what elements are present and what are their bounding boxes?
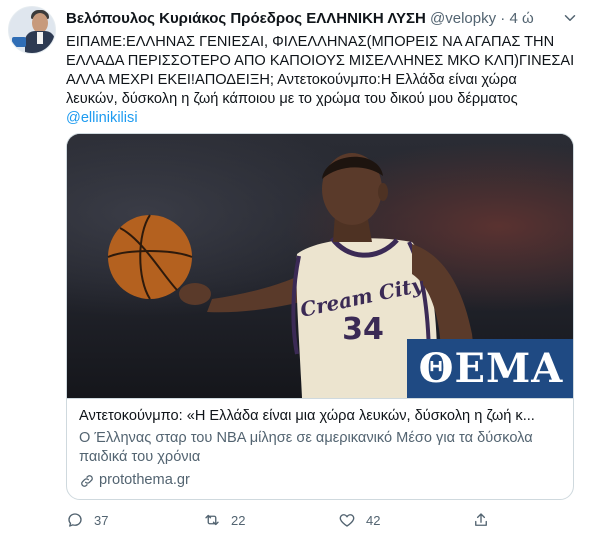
like-count: 42 [366,512,381,528]
avatar-shirt [37,32,43,44]
tweet-actions: 37 22 42 [66,510,566,532]
author-name[interactable]: Βελόπουλος Κυριάκος Πρόεδρος ΕΛΛΗΝΙΚΗ ΛΥ… [66,10,426,27]
reply-count: 37 [94,512,109,528]
link-card[interactable]: Cream City 34 ΘΕΜΑ Αντετοκούνμπο: «Η Ελλ… [66,133,574,500]
jersey-number: 34 [342,312,384,347]
tweet-text-line: λευκών, δύσκολη η ζωή κάποιου με το χρώμ… [66,91,518,107]
avatar-face [32,13,48,33]
link-icon [81,474,93,487]
tweet-text-line: ΕΙΠΑΜΕ:ΕΛΛΗΝΑΣ ΓΕΝΙΕΣΑΙ, ΦΙΛΕΛΛΗΝΑΣ(ΜΠΟΡ… [66,34,555,50]
card-description: Ο Έλληνας σταρ του NBA μίλησε σε αμερικα… [79,430,533,465]
card-title[interactable]: Αντετοκούνμπο: «Η Ελλάδα είναι μια χώρα … [79,407,563,426]
author-handle[interactable]: @velopky [430,10,496,27]
tweet-text-line: ΑΛΛΑ ΜΕΧΡΙ ΕΚΕΙ!ΑΠΟΔΕΙΞΗ; Αντετοκούνμπο:… [66,72,517,88]
author-avatar[interactable] [8,6,56,54]
share-button[interactable] [472,510,500,530]
reply-icon [68,513,82,527]
retweet-count: 22 [231,512,246,528]
like-icon [339,514,355,527]
meta-separator: · [500,10,506,27]
retweet-icon [205,514,219,526]
retweet-button[interactable]: 22 [203,510,245,530]
reply-button[interactable]: 37 [66,510,108,530]
mention-link[interactable]: @ellinikilisi [66,109,582,128]
tweet-header: Βελόπουλος Κυριάκος Πρόεδρος ΕΛΛΗΝΙΚΗ ΛΥ… [66,10,579,30]
thema-badge: ΘΕΜΑ [407,339,573,398]
card-info[interactable]: Αντετοκούνμπο: «Η Ελλάδα είναι μια χώρα … [67,398,573,499]
tweet-text-line: ΕΛΛΑΔΑ ΠΕΡΙΣΣΟΤΕΡΟ ΑΠΟ ΚΑΠΟΙΟΥΣ ΜΙΣΕΛΛΗΝ… [66,53,575,69]
card-domain-text: protothema.gr [99,472,190,488]
card-image[interactable]: Cream City 34 ΘΕΜΑ [67,134,573,398]
caret-down-icon[interactable] [561,9,579,27]
share-icon [475,513,487,526]
avatar-party-logo [12,37,26,47]
card-domain[interactable]: protothema.gr [79,471,563,490]
tweet-text: ΕΙΠΑΜΕ:ΕΛΛΗΝΑΣ ΓΕΝΙΕΣΑΙ, ΦΙΛΕΛΛΗΝΑΣ(ΜΠΟΡ… [66,33,582,128]
like-button[interactable]: 42 [338,510,380,530]
tweet-time[interactable]: 4 ώ [509,10,533,27]
